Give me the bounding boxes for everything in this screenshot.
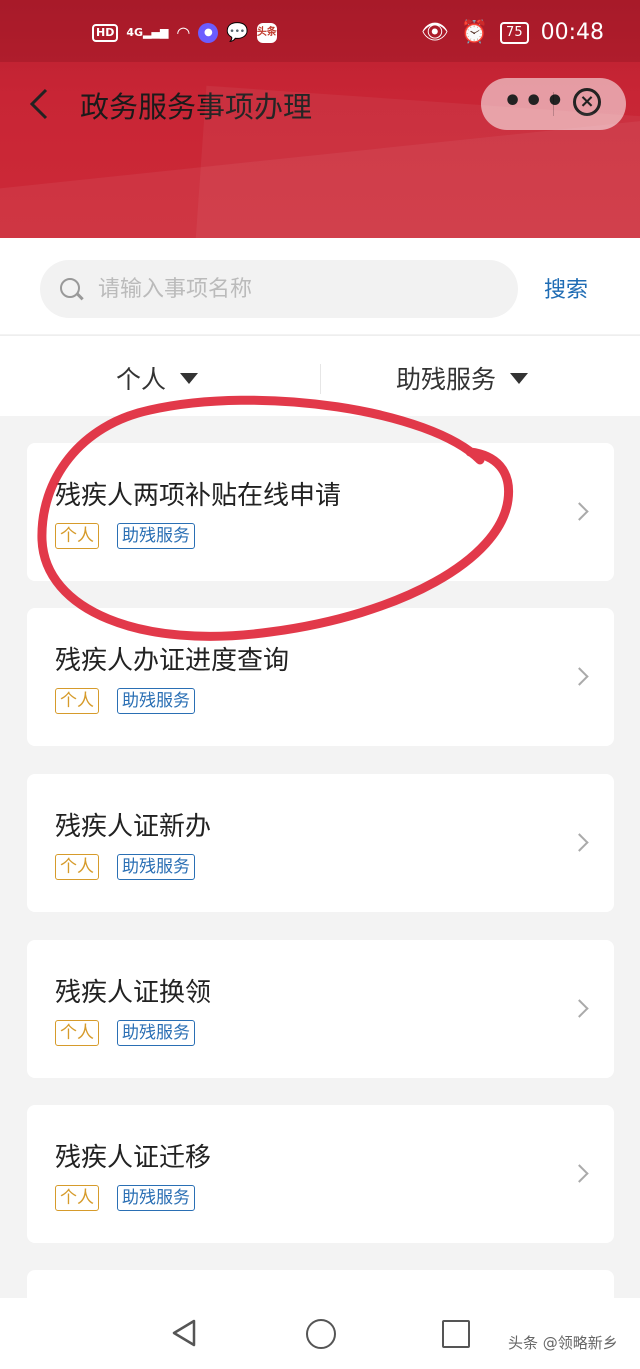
eye-icon: 👁 bbox=[420, 20, 449, 45]
filter-bar: 个人 助残服务 bbox=[0, 335, 640, 416]
tag-personal: 个人 bbox=[55, 688, 99, 714]
search-box[interactable] bbox=[40, 260, 518, 318]
tag-service: 助残服务 bbox=[117, 1020, 195, 1046]
signal-icon: 4G▂▄▆ bbox=[126, 26, 169, 39]
item-title: 残疾人办证进度查询 bbox=[55, 646, 290, 676]
tag-personal: 个人 bbox=[55, 1020, 99, 1046]
item-tags: 个人 助残服务 bbox=[55, 688, 195, 714]
list-item[interactable]: 残疾人办证进度查询 个人 助残服务 bbox=[27, 608, 614, 746]
list-item[interactable]: 残疾人证迁移 个人 助残服务 bbox=[27, 1105, 614, 1243]
item-tags: 个人 助残服务 bbox=[55, 1020, 195, 1046]
nav-recent-icon[interactable] bbox=[442, 1320, 470, 1348]
hd-icon: HD bbox=[92, 23, 119, 42]
list-item[interactable]: 残疾人证换领 个人 助残服务 bbox=[27, 940, 614, 1078]
search-input[interactable] bbox=[96, 268, 500, 310]
system-nav-bar: 头条 @领略新乡 bbox=[0, 1298, 640, 1369]
more-button[interactable]: ••• bbox=[503, 84, 567, 119]
item-tags: 个人 助残服务 bbox=[55, 854, 195, 880]
tag-service: 助残服务 bbox=[117, 523, 195, 549]
network-label: 4G bbox=[126, 26, 144, 39]
list-item[interactable]: 残疾人证新办 个人 助残服务 bbox=[27, 774, 614, 912]
header: HD 4G▂▄▆ ◠ ● 💬 头条 👁 ⏰ 75 00:48 政务服务事项办理 … bbox=[0, 0, 640, 238]
item-tags: 个人 助残服务 bbox=[55, 1185, 195, 1211]
search-icon bbox=[60, 278, 80, 298]
status-left: HD 4G▂▄▆ ◠ ● 💬 头条 bbox=[92, 22, 277, 43]
app-notification-icon: ● bbox=[198, 22, 219, 43]
toutiao-notification-icon: 头条 bbox=[256, 22, 277, 43]
nav-home-icon[interactable] bbox=[306, 1319, 336, 1349]
close-button[interactable]: × bbox=[573, 88, 601, 116]
item-title: 残疾人两项补贴在线申请 bbox=[55, 481, 342, 511]
tag-personal: 个人 bbox=[55, 1185, 99, 1211]
chevron-right-icon bbox=[570, 1164, 589, 1183]
item-title: 残疾人证新办 bbox=[55, 812, 212, 842]
caret-down-icon bbox=[180, 372, 199, 384]
filter-category[interactable]: 助残服务 bbox=[396, 360, 529, 396]
item-title: 残疾人证换领 bbox=[55, 978, 212, 1008]
item-title: 残疾人证迁移 bbox=[55, 1143, 212, 1173]
tag-service: 助残服务 bbox=[117, 688, 195, 714]
miniapp-capsule: ••• × bbox=[481, 78, 626, 130]
battery-icon: 75 bbox=[500, 21, 529, 44]
nav-back-icon[interactable] bbox=[170, 1318, 198, 1348]
filter-audience[interactable]: 个人 bbox=[116, 360, 199, 396]
chevron-right-icon bbox=[570, 999, 589, 1018]
chevron-left-icon bbox=[29, 88, 48, 120]
filter-category-label: 助残服务 bbox=[396, 365, 497, 394]
filter-divider bbox=[320, 364, 321, 394]
caret-down-icon bbox=[510, 372, 529, 384]
message-icon: 💬 bbox=[226, 22, 249, 43]
alarm-icon: ⏰ bbox=[460, 20, 489, 45]
tag-personal: 个人 bbox=[55, 854, 99, 880]
tag-service: 助残服务 bbox=[117, 854, 195, 880]
tag-service: 助残服务 bbox=[117, 1185, 195, 1211]
status-right: 👁 ⏰ 75 00:48 bbox=[421, 20, 604, 45]
item-tags: 个人 助残服务 bbox=[55, 523, 195, 549]
filter-audience-label: 个人 bbox=[116, 365, 167, 394]
capsule-divider bbox=[553, 92, 554, 116]
list-item[interactable]: 残疾人两项补贴在线申请 个人 助残服务 bbox=[27, 443, 614, 581]
status-bar: HD 4G▂▄▆ ◠ ● 💬 头条 👁 ⏰ 75 00:48 bbox=[0, 0, 640, 62]
chevron-right-icon bbox=[570, 833, 589, 852]
search-area: 搜索 bbox=[0, 238, 640, 334]
chevron-right-icon bbox=[570, 667, 589, 686]
chevron-right-icon bbox=[570, 502, 589, 521]
watermark: 头条 @领略新乡 bbox=[508, 1334, 618, 1352]
back-button[interactable] bbox=[26, 86, 56, 122]
tag-personal: 个人 bbox=[55, 523, 99, 549]
page-title: 政务服务事项办理 bbox=[80, 90, 313, 124]
search-button[interactable]: 搜索 bbox=[544, 272, 588, 304]
wifi-icon: ◠ bbox=[176, 23, 191, 42]
clock: 00:48 bbox=[540, 20, 604, 45]
